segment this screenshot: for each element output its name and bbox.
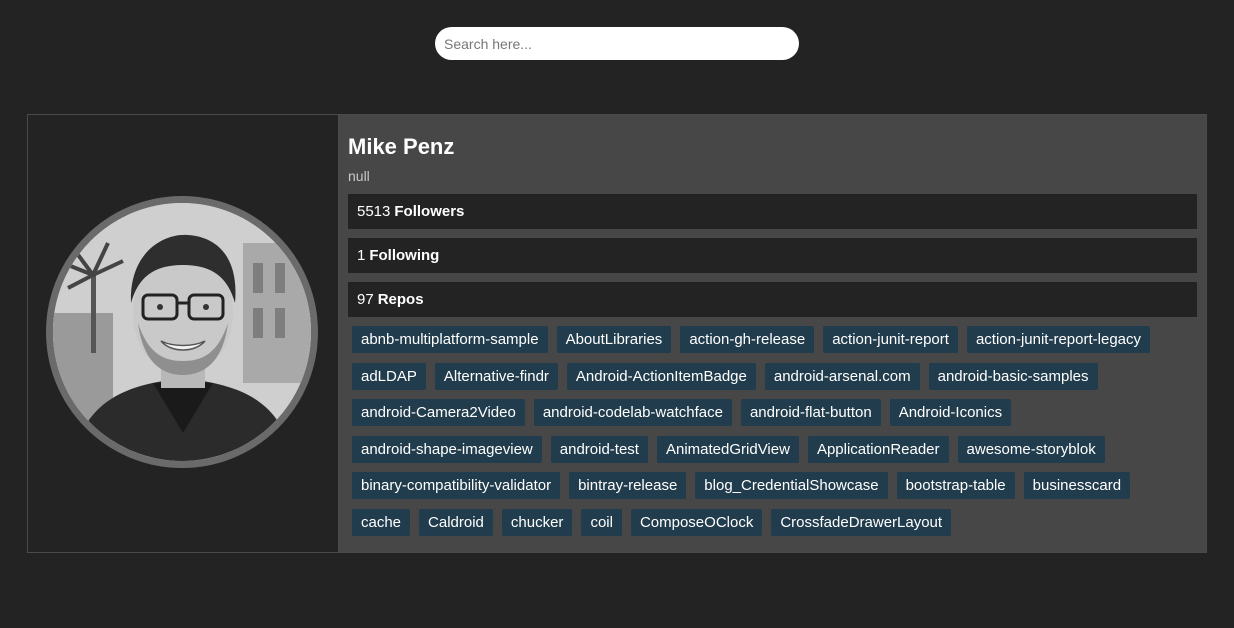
- repo-tag[interactable]: Alternative-findr: [434, 362, 558, 390]
- repo-tag[interactable]: AboutLibraries: [556, 326, 672, 353]
- repo-tag[interactable]: android-flat-button: [740, 399, 881, 426]
- repo-tag[interactable]: blog_CredentialShowcase: [695, 472, 888, 499]
- repo-tag[interactable]: android-codelab-watchface: [533, 399, 732, 426]
- repo-tag[interactable]: android-shape-imageview: [352, 435, 542, 463]
- followers-count: 5513: [357, 203, 391, 220]
- user-name: Mike Penz: [348, 134, 455, 159]
- repo-tag[interactable]: coil: [581, 508, 622, 536]
- repo-tag[interactable]: cache: [352, 508, 411, 536]
- repo-tag[interactable]: action-junit-report-legacy: [966, 326, 1151, 353]
- repo-list: abnb-multiplatform-sample AboutLibraries…: [348, 326, 1197, 545]
- repo-tag[interactable]: ComposeOClock: [630, 508, 763, 536]
- repo-tag[interactable]: action-gh-release: [680, 326, 815, 353]
- repo-tag[interactable]: bintray-release: [569, 472, 687, 499]
- repo-tag[interactable]: ApplicationReader: [807, 435, 949, 463]
- repo-tag[interactable]: adLDAP: [352, 362, 426, 390]
- following-label: Following: [369, 247, 440, 264]
- repo-tag[interactable]: Caldroid: [419, 508, 493, 536]
- avatar-photo: [53, 203, 311, 461]
- following-stat: 1 Following: [348, 238, 1197, 273]
- repo-tag[interactable]: Android-ActionItemBadge: [566, 362, 756, 390]
- repo-tag[interactable]: chucker: [501, 508, 573, 536]
- avatar: [46, 196, 318, 468]
- repo-tag[interactable]: abnb-multiplatform-sample: [352, 326, 548, 353]
- repo-tag[interactable]: Android-Iconics: [889, 399, 1012, 426]
- repo-tag[interactable]: android-test: [550, 435, 648, 463]
- following-count: 1: [357, 247, 366, 264]
- repo-tag[interactable]: binary-compatibility-validator: [352, 472, 561, 499]
- repo-tag[interactable]: action-junit-report: [823, 326, 958, 353]
- followers-label: Followers: [394, 203, 465, 220]
- user-bio: null: [348, 168, 370, 184]
- repo-tag[interactable]: CrossfadeDrawerLayout: [771, 508, 952, 536]
- search-input[interactable]: [435, 27, 799, 60]
- avatar-panel: [28, 115, 339, 552]
- profile-card: Mike Penz null 5513 Followers 1 Following …: [27, 114, 1207, 553]
- repos-label: Repos: [377, 291, 424, 308]
- repo-tag[interactable]: android-Camera2Video: [352, 399, 525, 426]
- repo-tag[interactable]: android-basic-samples: [928, 362, 1098, 390]
- followers-stat: 5513 Followers: [348, 194, 1197, 229]
- profile-details: Mike Penz null 5513 Followers 1 Following …: [339, 115, 1206, 552]
- repos-stat: 97 Repos: [348, 282, 1197, 317]
- repo-tag[interactable]: businesscard: [1023, 472, 1131, 499]
- repo-tag[interactable]: android-arsenal.com: [764, 362, 920, 390]
- repo-tag[interactable]: awesome-storyblok: [957, 435, 1105, 463]
- repo-tag[interactable]: AnimatedGridView: [656, 435, 799, 463]
- repos-count: 97: [357, 291, 374, 308]
- search-bar: [435, 27, 799, 60]
- repo-tag[interactable]: bootstrap-table: [896, 472, 1015, 499]
- stats-list: 5513 Followers 1 Following 97 Repos: [348, 194, 1197, 317]
